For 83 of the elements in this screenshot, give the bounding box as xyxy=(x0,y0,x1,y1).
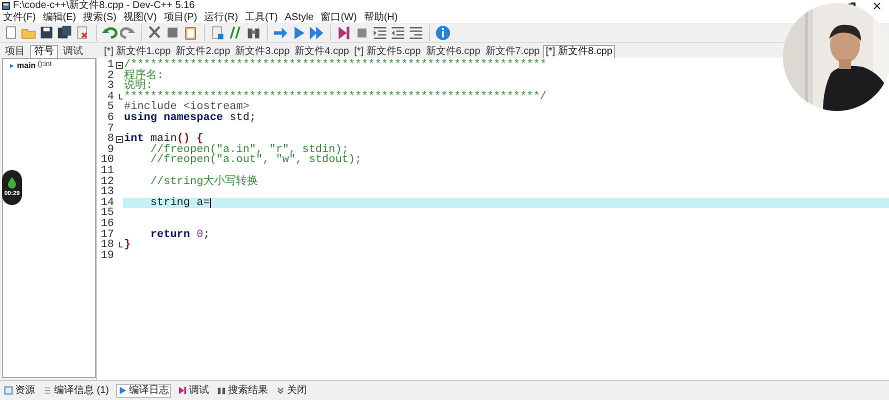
code-line: //freopen("a.in", "r", stdin); xyxy=(149,144,348,156)
paste-icon[interactable] xyxy=(183,24,199,40)
line-number: 12 xyxy=(100,176,115,188)
code-line: #include <iostream> xyxy=(124,102,250,113)
save-all-icon[interactable] xyxy=(57,24,73,40)
panel-tab[interactable]: 符号 xyxy=(30,45,58,58)
menu-item[interactable]: 视图(V) xyxy=(123,12,157,22)
line-number: 5 xyxy=(106,102,115,113)
line-number: 1 xyxy=(106,60,115,71)
line-number: 15 xyxy=(100,208,115,219)
line-number: 18 xyxy=(100,240,115,251)
cut-icon[interactable] xyxy=(147,24,163,40)
output-tab[interactable]: 关闭 xyxy=(275,384,308,398)
line-number: 14 xyxy=(100,198,115,208)
code-line: //string大小写转换 xyxy=(149,176,258,188)
file-tab[interactable]: [*] 新文件5.cpp xyxy=(352,45,423,58)
output-tab[interactable]: 编译日志 xyxy=(116,384,171,398)
menu-item[interactable]: 窗口(W) xyxy=(320,12,357,22)
file-tab[interactable]: 新文件4.cpp xyxy=(292,45,352,58)
close-icon[interactable] xyxy=(873,2,881,10)
panel-tab[interactable]: 调试 xyxy=(60,45,86,58)
fold-icon[interactable] xyxy=(116,136,122,143)
menu-item[interactable]: 帮助(H) xyxy=(364,12,398,22)
step-icon xyxy=(178,386,187,395)
output-tab[interactable]: 资源 xyxy=(3,384,36,398)
file-tab[interactable]: 新文件3.cpp xyxy=(233,45,292,58)
code-line: //freopen("a.out", "w", stdout); xyxy=(149,155,362,166)
file-tab[interactable]: [*] 新文件1.cpp xyxy=(102,45,173,58)
file-tab[interactable]: 新文件7.cpp xyxy=(483,45,542,58)
line-number: 4 xyxy=(106,92,115,102)
panel-tab[interactable]: 项目 xyxy=(2,45,28,58)
file-tab[interactable]: 新文件6.cpp xyxy=(424,45,482,58)
resources-icon xyxy=(4,386,13,395)
line-number: 16 xyxy=(100,218,115,230)
new-file-icon[interactable] xyxy=(3,24,19,40)
document-icon[interactable] xyxy=(210,24,226,40)
chevron-down-icon xyxy=(276,386,285,395)
list-icon[interactable] xyxy=(408,24,424,40)
indent-icon[interactable] xyxy=(372,24,388,40)
menu-item[interactable]: 编辑(E) xyxy=(42,12,76,22)
output-tab[interactable]: 搜索结果 xyxy=(216,384,269,398)
file-tab[interactable]: [*] 新文件8.cpp xyxy=(542,45,616,58)
line-number: 10 xyxy=(100,155,115,166)
menu-item[interactable]: 项目(P) xyxy=(164,12,198,22)
output-tab[interactable]: 调试 xyxy=(177,384,210,398)
undo-icon[interactable] xyxy=(102,24,118,40)
fold-icon[interactable] xyxy=(116,62,122,69)
info-icon[interactable] xyxy=(435,24,451,40)
save-icon[interactable] xyxy=(39,24,55,40)
code-line: } xyxy=(124,240,131,251)
drop-icon xyxy=(7,177,17,189)
text-cursor xyxy=(210,198,211,208)
line-number: 8 xyxy=(106,134,115,145)
symbol-name[interactable]: main xyxy=(17,60,36,72)
line-number: 2 xyxy=(106,70,115,82)
app-icon xyxy=(2,2,10,10)
menu-item[interactable]: AStyle xyxy=(284,12,314,22)
line-number: 3 xyxy=(106,81,115,92)
redo-icon[interactable] xyxy=(120,24,136,40)
line-number: 17 xyxy=(100,230,115,240)
line-number: 13 xyxy=(100,187,115,198)
step-icon[interactable] xyxy=(336,24,352,40)
menu-item[interactable]: 文件(F) xyxy=(3,12,36,22)
file-tab[interactable]: 新文件2.cpp xyxy=(174,45,232,58)
function-icon xyxy=(9,62,15,68)
play-icon xyxy=(118,386,127,395)
line-number: 11 xyxy=(100,166,115,177)
code-line: 说明: xyxy=(124,81,153,92)
code-line: int main() { xyxy=(124,134,204,145)
menu-item[interactable]: 工具(T) xyxy=(245,12,278,22)
menu-item[interactable]: 运行(R) xyxy=(204,12,238,22)
list-icon xyxy=(43,386,52,395)
line-number: 9 xyxy=(107,144,115,156)
code-line: return 0; xyxy=(149,230,210,240)
line-number: 7 xyxy=(106,124,115,134)
line-number: 6 xyxy=(106,112,115,124)
line-number: 19 xyxy=(100,250,115,262)
output-tab[interactable]: 编译信息 (1) xyxy=(42,384,110,398)
menu-item[interactable]: 搜索(S) xyxy=(83,12,116,22)
code-line: string a= xyxy=(149,198,210,208)
code-line: using namespace std; xyxy=(124,112,256,124)
code-line: ***************************************************************/ xyxy=(124,92,546,102)
outdent-icon[interactable] xyxy=(390,24,406,40)
